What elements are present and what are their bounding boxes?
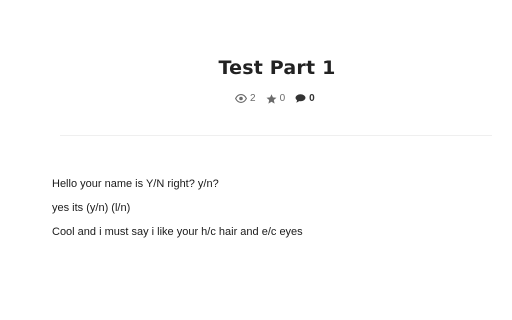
comments-count: 0 [309, 93, 315, 104]
votes-count: 0 [279, 93, 286, 104]
votes-stat[interactable]: 0 [266, 93, 286, 104]
story-paragraph: Cool and i must say i like your h/c hair… [52, 226, 303, 238]
story-content: Hello your name is Y/N right? y/n? yes i… [52, 178, 492, 250]
header-divider [60, 135, 492, 136]
views-count: 2 [250, 93, 256, 104]
story-paragraph: Hello your name is Y/N right? y/n? [52, 178, 219, 190]
story-paragraph: yes its (y/n) (l/n) [52, 202, 131, 214]
comment-icon [295, 94, 306, 103]
eye-icon [235, 94, 247, 103]
views-stat: 2 [235, 93, 256, 104]
comments-stat[interactable]: 0 [295, 93, 315, 104]
page-title: Test Part 1 [218, 57, 336, 79]
story-stats: 2 0 0 [235, 93, 325, 104]
star-icon [266, 93, 277, 104]
